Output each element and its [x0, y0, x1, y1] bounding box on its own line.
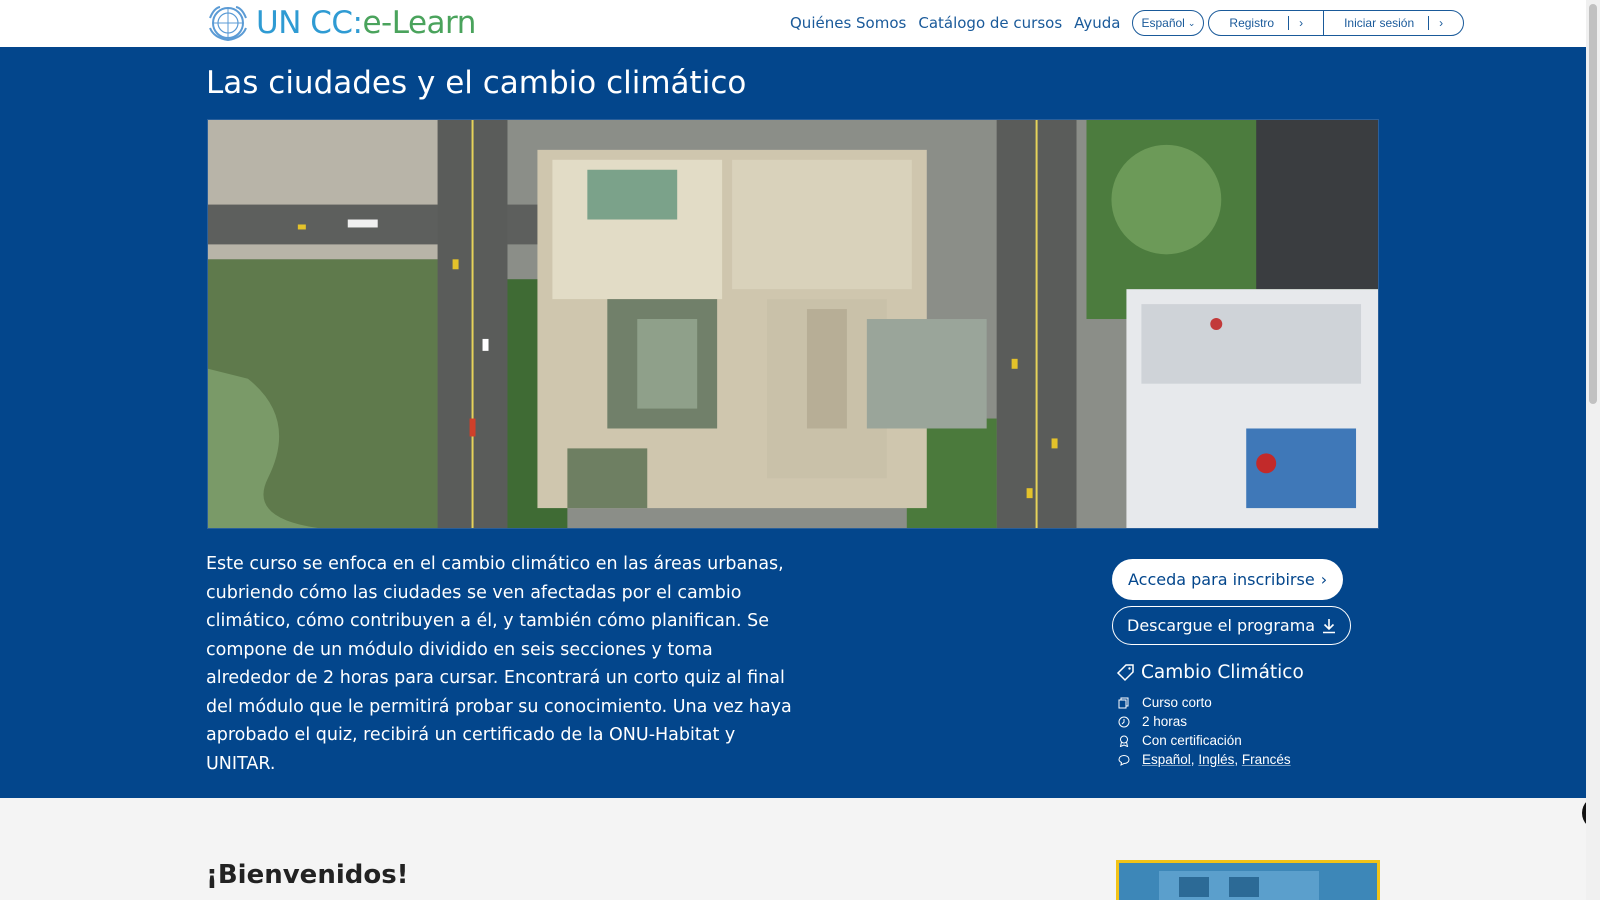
language-link-es[interactable]: Español — [1142, 752, 1191, 767]
course-certification: Con certificación — [1112, 731, 1382, 750]
auth-buttons: Registro › Iniciar sesión › — [1208, 10, 1465, 36]
tag-icon — [1116, 663, 1134, 681]
welcome-heading: ¡Bienvenidos! — [206, 860, 409, 890]
download-icon — [1323, 618, 1336, 633]
un-emblem-icon — [209, 6, 247, 42]
chat-bubble-icon — [1118, 754, 1130, 766]
nav-link-help[interactable]: Ayuda — [1074, 14, 1120, 32]
site-logo[interactable]: UN CC:e-Learn — [206, 4, 476, 42]
tram-image — [1119, 863, 1377, 900]
register-button[interactable]: Registro › — [1209, 11, 1323, 35]
course-topic[interactable]: Cambio Climático — [1112, 662, 1382, 683]
chevron-right-icon: › — [1428, 16, 1453, 30]
login-button[interactable]: Iniciar sesión › — [1323, 11, 1463, 35]
topic-label: Cambio Climático — [1141, 662, 1304, 683]
download-syllabus-button[interactable]: Descargue el programa — [1112, 606, 1352, 645]
chevron-right-icon: › — [1288, 16, 1313, 30]
course-hero: Las ciudades y el cambio climático Este … — [0, 47, 1586, 798]
featured-image-card[interactable] — [1116, 860, 1380, 900]
course-banner-image — [207, 119, 1379, 529]
nav-link-catalog[interactable]: Catálogo de cursos — [918, 14, 1062, 32]
brand-name: UN CC:e-Learn — [256, 5, 476, 41]
clock-icon — [1118, 716, 1130, 727]
page-scrollbar[interactable] — [1586, 0, 1600, 900]
language-label: Español — [1141, 16, 1185, 30]
scrollbar-thumb[interactable] — [1589, 4, 1597, 404]
page-title: Las ciudades y el cambio climático — [206, 65, 747, 101]
chevron-right-icon: › — [1320, 570, 1328, 589]
copy-icon — [1118, 697, 1129, 708]
enroll-button[interactable]: Acceda para inscribirse › — [1112, 559, 1344, 600]
top-navigation-bar: UN CC:e-Learn Quiénes Somos Catálogo de … — [0, 0, 1586, 47]
course-description: Este curso se enfoca en el cambio climát… — [206, 554, 792, 774]
course-type: Curso corto — [1112, 693, 1382, 712]
course-sidebar: Acceda para inscribirse › Descargue el pr… — [1112, 559, 1382, 769]
nav-link-about[interactable]: Quiénes Somos — [790, 14, 906, 32]
language-link-fr[interactable]: Francés — [1242, 752, 1291, 767]
course-languages: Español, Inglés, Francés — [1112, 750, 1382, 769]
award-icon — [1119, 735, 1129, 747]
chevron-down-icon: ⌄ — [1187, 17, 1196, 28]
course-meta-list: Curso corto 2 horas Con certificación Es… — [1112, 693, 1382, 769]
language-selector[interactable]: Español ⌄ — [1132, 10, 1205, 36]
course-duration: 2 horas — [1112, 712, 1382, 731]
language-link-en[interactable]: Inglés — [1198, 752, 1234, 767]
main-nav: Quiénes Somos Catálogo de cursos Ayuda E… — [790, 10, 1465, 36]
